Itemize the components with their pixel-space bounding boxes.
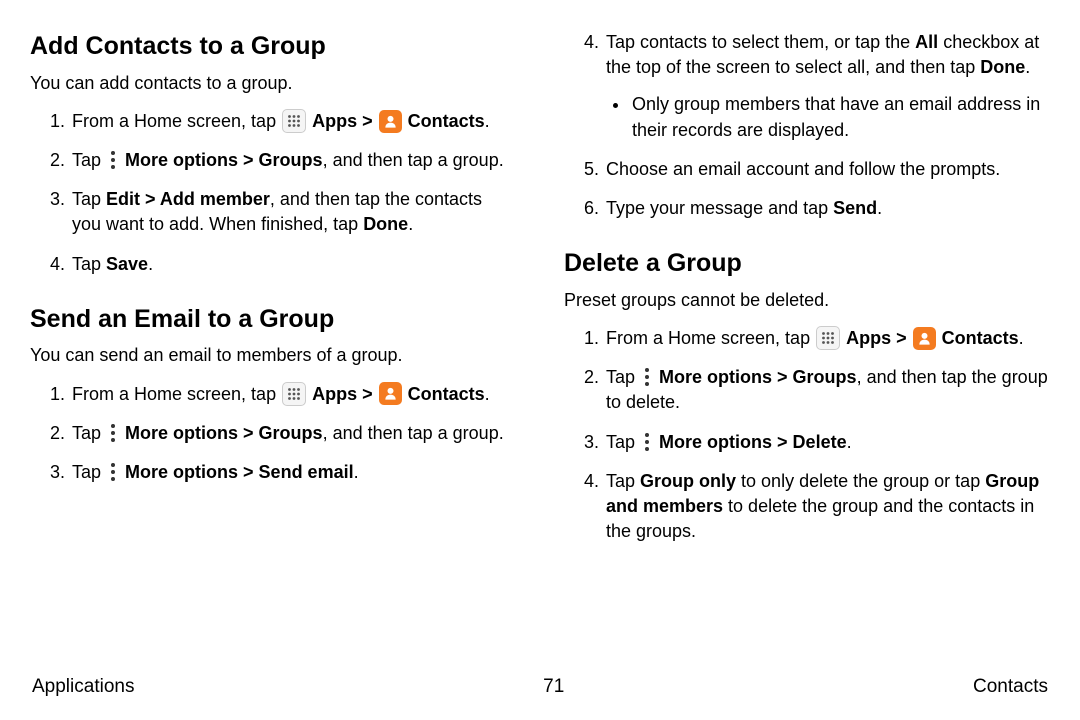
step-item: Tap Edit > Add member, and then tap the … <box>70 187 516 237</box>
footer-page-number: 71 <box>543 676 564 698</box>
footer-left: Applications <box>32 676 134 698</box>
column-left: Add Contacts to a Group You can add cont… <box>30 30 540 650</box>
contacts-icon <box>379 382 402 405</box>
step-text: From a Home screen, tap <box>606 328 815 348</box>
contacts-label: Contacts <box>942 328 1019 348</box>
apps-icon <box>282 382 306 406</box>
column-right: Tap contacts to select them, or tap the … <box>540 30 1050 650</box>
step-bold: Done <box>980 57 1025 77</box>
heading-add-contacts: Add Contacts to a Group <box>30 30 516 63</box>
page-footer: Applications 71 Contacts <box>0 676 1080 698</box>
heading-send-email: Send an Email to a Group <box>30 303 516 336</box>
step-bold: More options > Groups <box>125 423 323 443</box>
step-text: . <box>485 384 490 404</box>
contacts-label: Contacts <box>408 384 485 404</box>
step-bold: More options > Groups <box>125 150 323 170</box>
step-item: Tap contacts to select them, or tap the … <box>604 30 1050 143</box>
apps-label: Apps <box>846 328 891 348</box>
content-columns: Add Contacts to a Group You can add cont… <box>0 0 1080 650</box>
path-arrow: > <box>362 384 378 404</box>
intro-send-email: You can send an email to members of a gr… <box>30 343 516 367</box>
more-options-icon <box>107 149 119 171</box>
step-text: . <box>1019 328 1024 348</box>
step-text: Tap <box>72 254 106 274</box>
step-text: . <box>877 198 882 218</box>
step-text: From a Home screen, tap <box>72 384 281 404</box>
step-text: Type your message and tap <box>606 198 833 218</box>
step-bold: All <box>915 32 938 52</box>
step-text: . <box>847 432 852 452</box>
contacts-icon <box>379 110 402 133</box>
step-item: Tap More options > Groups, and then tap … <box>70 148 516 173</box>
footer-right: Contacts <box>973 676 1048 698</box>
step-text: Tap <box>72 462 106 482</box>
apps-icon <box>282 109 306 133</box>
step-item: From a Home screen, tap Apps > Contacts. <box>604 326 1050 351</box>
apps-label: Apps <box>312 111 357 131</box>
step-text: Tap <box>72 150 106 170</box>
heading-delete-group: Delete a Group <box>564 247 1050 280</box>
steps-send-email-cont: Tap contacts to select them, or tap the … <box>564 30 1050 221</box>
apps-label: Apps <box>312 384 357 404</box>
step-item: Type your message and tap Send. <box>604 196 1050 221</box>
step-text: , and then tap a group. <box>323 150 504 170</box>
step-item: Tap More options > Delete. <box>604 430 1050 455</box>
step-text: Tap <box>72 189 106 209</box>
step-item: Tap More options > Groups, and then tap … <box>70 421 516 446</box>
step-text: . <box>408 214 413 234</box>
step-bold: Send <box>833 198 877 218</box>
step-item: Tap Save. <box>70 252 516 277</box>
more-options-icon <box>107 422 119 444</box>
step-bold: Done <box>363 214 408 234</box>
step-text: Tap <box>606 367 640 387</box>
step-text: Tap contacts to select them, or tap the <box>606 32 915 52</box>
bullet-item: Only group members that have an email ad… <box>630 92 1050 142</box>
path-arrow: > <box>362 111 378 131</box>
more-options-icon <box>641 431 653 453</box>
step-text: Tap <box>606 471 640 491</box>
manual-page: Add Contacts to a Group You can add cont… <box>0 0 1080 720</box>
step-text: From a Home screen, tap <box>72 111 281 131</box>
step-text: . <box>1025 57 1030 77</box>
more-options-icon <box>641 366 653 388</box>
step-bold: More options > Send email <box>125 462 354 482</box>
step-bold: More options > Groups <box>659 367 857 387</box>
step-item: From a Home screen, tap Apps > Contacts. <box>70 109 516 134</box>
sub-bullet-list: Only group members that have an email ad… <box>606 92 1050 142</box>
more-options-icon <box>107 461 119 483</box>
step-item: From a Home screen, tap Apps > Contacts. <box>70 382 516 407</box>
step-bold: More options > Delete <box>659 432 847 452</box>
step-item: Tap More options > Groups, and then tap … <box>604 365 1050 415</box>
contacts-label: Contacts <box>408 111 485 131</box>
step-bold: Group only <box>640 471 736 491</box>
step-text: Tap <box>606 432 640 452</box>
path-arrow: > <box>896 328 912 348</box>
steps-delete-group: From a Home screen, tap Apps > Contacts.… <box>564 326 1050 544</box>
contacts-icon <box>913 327 936 350</box>
step-bold: Edit > Add member <box>106 189 270 209</box>
steps-send-email: From a Home screen, tap Apps > Contacts.… <box>30 382 516 486</box>
intro-add-contacts: You can add contacts to a group. <box>30 71 516 95</box>
step-item: Choose an email account and follow the p… <box>604 157 1050 182</box>
step-item: Tap Group only to only delete the group … <box>604 469 1050 545</box>
step-text: . <box>485 111 490 131</box>
step-text: . <box>354 462 359 482</box>
step-item: Tap More options > Send email. <box>70 460 516 485</box>
step-text: to only delete the group or tap <box>736 471 985 491</box>
steps-add-contacts: From a Home screen, tap Apps > Contacts.… <box>30 109 516 277</box>
intro-delete-group: Preset groups cannot be deleted. <box>564 288 1050 312</box>
step-text: Tap <box>72 423 106 443</box>
apps-icon <box>816 326 840 350</box>
step-text: , and then tap a group. <box>323 423 504 443</box>
step-bold: Save <box>106 254 148 274</box>
step-text: . <box>148 254 153 274</box>
